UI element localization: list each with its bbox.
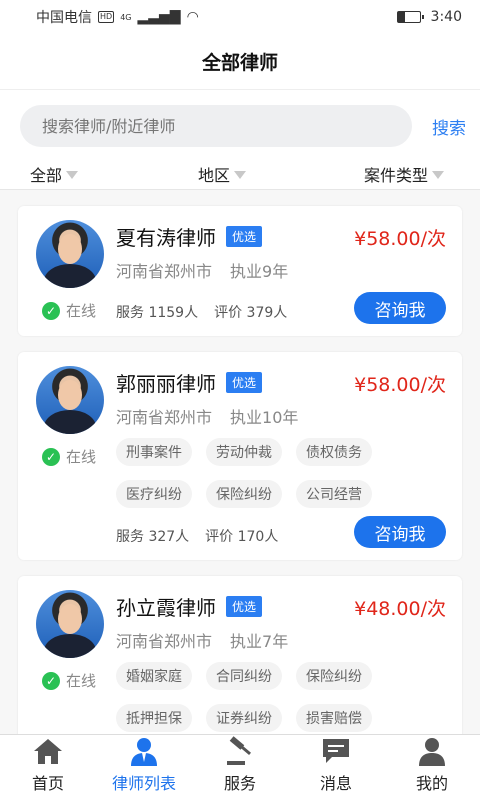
consult-button[interactable]: 咨询我 — [354, 516, 446, 548]
page-title: 全部律师 — [0, 34, 480, 90]
practice-areas: 婚姻家庭 合同纠纷 保险纠纷 抵押担保 证券纠纷 损害赔偿 — [116, 662, 396, 732]
search-button[interactable]: 搜索 — [432, 114, 466, 139]
rating-count: 评价 170人 — [205, 529, 279, 545]
practice-chip: 证券纠纷 — [206, 704, 282, 732]
lawyer-experience: 执业7年 — [230, 632, 289, 651]
filter-label: 地区 — [198, 166, 231, 185]
online-status: ✓ 在线 — [42, 670, 96, 691]
lawyer-card[interactable]: ✓ 在线 孙立霞律师 优选 ¥48.00/次 河南省郑州市 执业7年 婚姻家庭 合同纠… — [18, 576, 462, 734]
signal-icon: ▂▃▅▇ — [137, 9, 181, 25]
practice-chip: 医疗纠纷 — [116, 480, 192, 508]
online-label: 在线 — [66, 448, 97, 466]
preferred-badge: 优选 — [226, 372, 263, 393]
lawyer-experience: 执业9年 — [230, 262, 289, 281]
service-count: 服务 327人 — [116, 529, 190, 545]
filter-case-type[interactable]: 案件类型 — [364, 162, 445, 186]
filter-bar: 全部 地区 案件类型 — [0, 162, 480, 190]
lawyer-name: 夏有涛律师 — [116, 226, 216, 250]
rating-count: 评价 379人 — [214, 305, 288, 321]
network-label: 4G — [120, 12, 132, 22]
lawyer-name-row: 夏有涛律师 优选 — [116, 222, 263, 251]
search-row: 搜索 — [0, 90, 480, 162]
search-input[interactable] — [20, 105, 412, 147]
lawyer-icon — [128, 736, 160, 766]
tab-messages[interactable]: 消息 — [288, 735, 384, 800]
lawyer-name: 孙立霞律师 — [116, 596, 216, 620]
dropdown-arrow-icon — [432, 171, 445, 179]
lawyer-location-row: 河南省郑州市 执业9年 — [116, 258, 288, 282]
practice-chip: 刑事案件 — [116, 438, 192, 466]
practice-areas: 刑事案件 劳动仲裁 债权债务 医疗纠纷 保险纠纷 公司经营 — [116, 438, 396, 508]
lawyer-card[interactable]: ✓ 在线 夏有涛律师 优选 ¥58.00/次 河南省郑州市 执业9年 服务 1159人… — [18, 206, 462, 336]
lawyer-location-row: 河南省郑州市 执业7年 — [116, 628, 288, 652]
wifi-icon: ◠ — [186, 9, 199, 25]
consult-price: ¥58.00/次 — [354, 228, 446, 250]
message-icon — [320, 736, 352, 766]
service-count: 服务 1159人 — [116, 305, 199, 321]
avatar — [36, 366, 104, 434]
lawyer-experience: 执业10年 — [230, 408, 299, 427]
consult-button[interactable]: 咨询我 — [354, 292, 446, 324]
gavel-icon — [224, 736, 256, 766]
carrier-info: 中国电信 HD 4G ▂▃▅▇ ◠ — [36, 7, 199, 27]
online-label: 在线 — [66, 672, 97, 690]
practice-chip: 损害赔偿 — [296, 704, 372, 732]
lawyer-location: 河南省郑州市 — [116, 632, 213, 651]
practice-chip: 保险纠纷 — [296, 662, 372, 690]
lawyer-location: 河南省郑州市 — [116, 408, 213, 427]
tab-home[interactable]: 首页 — [0, 735, 96, 800]
consult-price: ¥48.00/次 — [354, 598, 446, 620]
dropdown-arrow-icon — [66, 171, 79, 179]
hd-icon: HD — [98, 11, 115, 23]
lawyer-name: 郭丽丽律师 — [116, 372, 216, 396]
lawyer-name-row: 郭丽丽律师 优选 — [116, 368, 263, 397]
avatar — [36, 220, 104, 288]
carrier-name: 中国电信 — [36, 10, 92, 26]
lawyer-location-row: 河南省郑州市 执业10年 — [116, 404, 298, 428]
check-icon: ✓ — [42, 301, 60, 320]
tab-profile[interactable]: 我的 — [384, 735, 480, 800]
status-bar: 中国电信 HD 4G ▂▃▅▇ ◠ 3:40 — [0, 0, 480, 34]
tab-label: 我的 — [415, 774, 448, 793]
lawyer-list[interactable]: ✓ 在线 夏有涛律师 优选 ¥58.00/次 河南省郑州市 执业9年 服务 1159人… — [0, 190, 480, 734]
avatar — [36, 590, 104, 658]
practice-chip: 婚姻家庭 — [116, 662, 192, 690]
practice-chip: 保险纠纷 — [206, 480, 282, 508]
tab-label: 消息 — [319, 774, 352, 793]
profile-icon — [416, 736, 448, 766]
practice-chip: 抵押担保 — [116, 704, 192, 732]
filter-label: 案件类型 — [364, 166, 429, 185]
battery-icon — [396, 11, 424, 23]
consult-price: ¥58.00/次 — [354, 374, 446, 396]
filter-region[interactable]: 地区 — [198, 162, 247, 186]
status-time: 3:40 — [430, 9, 462, 25]
online-status: ✓ 在线 — [42, 446, 96, 467]
dropdown-arrow-icon — [234, 171, 247, 179]
tab-label: 律师列表 — [111, 774, 176, 793]
online-label: 在线 — [66, 302, 97, 320]
lawyer-stats: 服务 327人 评价 170人 — [116, 526, 278, 546]
practice-chip: 公司经营 — [296, 480, 372, 508]
tab-service[interactable]: 服务 — [192, 735, 288, 800]
practice-chip: 债权债务 — [296, 438, 372, 466]
preferred-badge: 优选 — [226, 596, 263, 617]
home-icon — [32, 736, 64, 766]
tab-label: 首页 — [31, 774, 64, 793]
lawyer-name-row: 孙立霞律师 优选 — [116, 592, 263, 621]
check-icon: ✓ — [42, 671, 60, 690]
bottom-tab-bar: 首页 律师列表 服务 消息 我的 — [0, 734, 480, 800]
online-status: ✓ 在线 — [42, 300, 96, 321]
lawyer-location: 河南省郑州市 — [116, 262, 213, 281]
practice-chip: 劳动仲裁 — [206, 438, 282, 466]
practice-chip: 合同纠纷 — [206, 662, 282, 690]
lawyer-card[interactable]: ✓ 在线 郭丽丽律师 优选 ¥58.00/次 河南省郑州市 执业10年 刑事案件 劳动… — [18, 352, 462, 560]
lawyer-stats: 服务 1159人 评价 379人 — [116, 302, 287, 322]
tab-lawyer-list[interactable]: 律师列表 — [96, 735, 192, 800]
preferred-badge: 优选 — [226, 226, 263, 247]
filter-all[interactable]: 全部 — [30, 162, 79, 186]
check-icon: ✓ — [42, 447, 60, 466]
tab-label: 服务 — [223, 774, 256, 793]
filter-label: 全部 — [30, 166, 63, 185]
